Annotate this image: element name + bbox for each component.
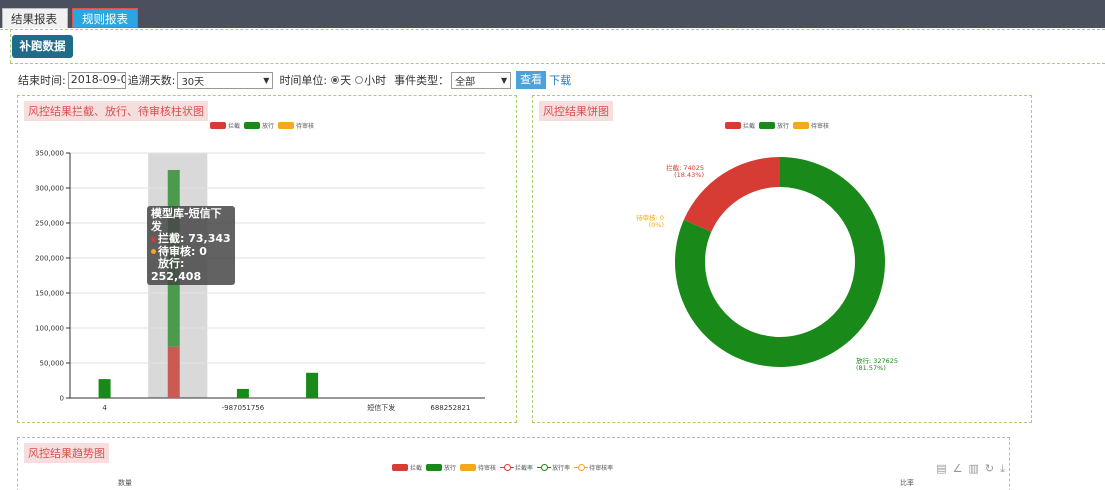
chart-toolbox: ▤ ∠ ▥ ↻ ⤓ [936,462,1005,476]
y-tick-label: 200,000 [35,255,64,263]
legend-swatch-pending [460,464,477,471]
x-tick-label: -987051756 [222,404,265,412]
tooltip-title: 模型库-短信下发 [151,207,222,233]
tooltip-dot-pending [151,249,156,254]
tooltip-block: 拦截: 73,343 [158,232,231,245]
bar-chart-icon[interactable]: ▥ [969,462,979,476]
tooltip-pending: 待审核: 0 [158,244,207,258]
y-tick-label: 0 [60,395,64,403]
y-tick-label: 150,000 [35,290,64,298]
legend-label-block-rate: 拦截率 [515,465,534,472]
bar-block [167,346,180,398]
trend-chart-panel: 风控结果趋势图 拦截 放行 待审核 拦截率 放行率 待审核率 数量 比率 [17,437,1010,490]
pie-chart-title: 风控结果饼图 [539,101,613,121]
legend-swatch-pass [426,464,443,471]
line-chart-icon[interactable]: ∠ [953,462,963,476]
x-tick-label: 688252821 [430,404,470,412]
y-tick-label: 350,000 [35,150,64,158]
legend-label-block: 拦截 [743,123,756,130]
save-image-icon[interactable]: ⤓ [1000,462,1005,476]
legend-label-pending: 待审核 [811,123,830,130]
tooltip-pass: 放行: 252,408 [151,257,202,283]
legend-label-pass: 放行 [444,465,457,472]
legend-swatch-block [725,122,741,129]
pie-chart-panel: 风控结果饼图 拦截 放行 待审核 [532,95,1032,423]
x-tick-label: 4 [102,404,107,412]
tooltip-dot-block [151,236,156,242]
y-tick-label: 100,000 [35,325,64,333]
y-tick-label: 250,000 [35,220,64,228]
bar-tooltip: 模型库-短信下发 拦截: 73,343 待审核: 0 放行: 252,408 [147,206,235,285]
bar-pass [98,379,111,398]
legend-label-pass: 放行 [777,123,790,130]
legend-swatch-pending [793,122,810,129]
data-view-icon[interactable]: ▤ [936,462,946,476]
restore-icon[interactable]: ↻ [985,462,994,476]
legend-label-block: 拦截 [410,465,423,472]
y-tick-label: 300,000 [35,185,64,193]
trend-chart-legend[interactable]: 拦截 放行 待审核 拦截率 放行率 待审核率 [388,463,613,472]
pie-chart-legend[interactable]: 拦截 放行 待审核 [721,121,829,130]
legend-swatch-block [392,464,408,471]
tooltip-dot-pass [151,262,156,267]
y-tick-label: 50,000 [40,360,65,368]
legend-line-pending-rate [574,464,589,471]
bar-pass [236,388,249,398]
legend-line-block-rate [500,464,515,471]
legend-label-pending-rate: 待审核率 [589,465,614,472]
legend-label-pending: 待审核 [478,465,497,472]
x-tick-label: 短信下发 [367,403,395,412]
trend-chart-title: 风控结果趋势图 [24,443,109,463]
legend-line-pass-rate [537,464,552,471]
legend-label-pass-rate: 放行率 [552,465,571,472]
trend-y-right-name: 比率 [900,479,914,487]
legend-swatch-pass [759,122,776,129]
trend-y-left-name: 数量 [118,479,132,487]
bar-pass [306,372,319,398]
